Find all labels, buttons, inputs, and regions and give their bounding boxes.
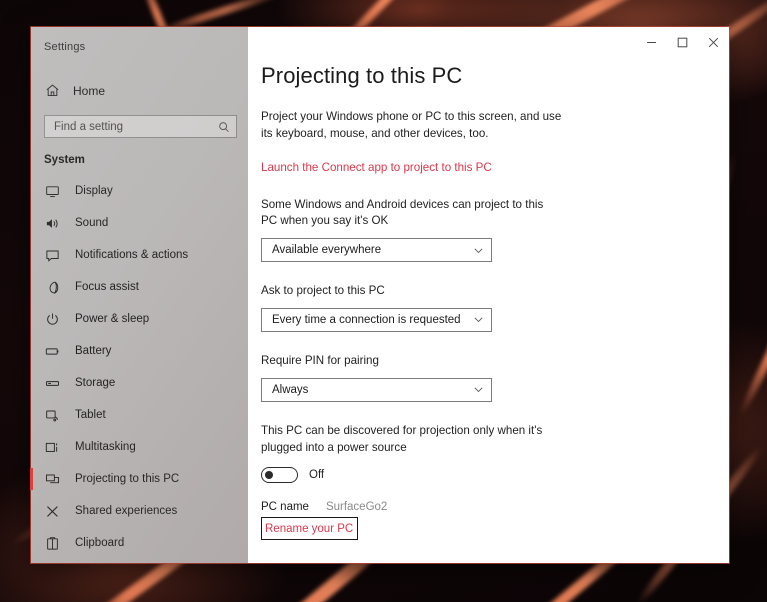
window-title: Settings [44, 41, 86, 53]
sidebar-item-label: Projecting to this PC [75, 473, 180, 485]
sidebar-item-projecting-to-this-pc[interactable]: Projecting to this PC [30, 463, 248, 495]
power-source-toggle-state: Off [309, 469, 325, 482]
sidebar-item-clipboard[interactable]: Clipboard [31, 527, 248, 559]
home-icon [44, 83, 60, 99]
search-box[interactable] [44, 115, 237, 138]
monitor-icon [44, 183, 61, 200]
storage-icon [44, 375, 61, 392]
setting-3-label: Require PIN for pairing [261, 353, 379, 367]
sidebar-item-notifications[interactable]: Notifications & actions [31, 239, 248, 271]
sidebar-item-battery[interactable]: Battery [31, 335, 248, 367]
moon-icon [44, 279, 61, 296]
rename-pc-focus-box: Rename your PC [261, 517, 359, 541]
sidebar-item-label: Multitasking [75, 441, 136, 453]
intro-text: Project your Windows phone or PC to this… [261, 110, 562, 140]
chevron-down-icon [472, 314, 484, 326]
sidebar-item-label: Focus assist [75, 281, 139, 293]
sidebar-item-focus-assist[interactable]: Focus assist [31, 271, 248, 303]
maximize-button[interactable] [667, 27, 698, 57]
sidebar-item-multitasking[interactable]: Multitasking [31, 431, 248, 463]
sidebar-item-storage[interactable]: Storage [31, 367, 248, 399]
sidebar-item-home[interactable]: Home [31, 76, 248, 105]
caption-buttons [636, 27, 729, 57]
multitasking-icon [44, 439, 61, 456]
power-source-toggle[interactable] [261, 467, 298, 484]
sidebar-nav-list: Display Sound Notifications & actions Fo… [30, 175, 248, 559]
sidebar-item-label: Tablet [75, 409, 106, 421]
pc-name-label: PC name [261, 501, 309, 514]
rename-your-pc-link[interactable]: Rename your PC [265, 523, 353, 535]
sidebar-item-label: Notifications & actions [75, 249, 189, 261]
minimize-button[interactable] [636, 27, 667, 57]
notification-icon [44, 247, 61, 264]
wallpaper-streak [736, 251, 767, 418]
sidebar-item-sound[interactable]: Sound [31, 207, 248, 239]
availability-dropdown-value: Available everywhere [272, 244, 382, 257]
sidebar-item-label: Clipboard [75, 537, 125, 549]
power-source-toggle-row: Off [261, 467, 729, 484]
desktop-background: Settings Home System [0, 0, 767, 602]
search-input[interactable] [54, 120, 217, 133]
sidebar: Settings Home System [30, 27, 248, 563]
share-icon [44, 503, 61, 520]
power-source-label: This PC can be discovered for projection… [261, 423, 543, 454]
availability-dropdown[interactable]: Available everywhere [261, 238, 492, 263]
setting-1-label: Some Windows and Android devices can pro… [261, 197, 544, 228]
require-pin-dropdown[interactable]: Always [261, 377, 492, 402]
sidebar-section-title: System [44, 154, 85, 166]
search-icon[interactable] [217, 120, 230, 133]
battery-icon [44, 343, 61, 360]
sidebar-item-label: Battery [75, 345, 112, 357]
launch-connect-app-link[interactable]: Launch the Connect app to project to thi… [261, 161, 492, 174]
close-button[interactable] [698, 27, 729, 57]
settings-window: Settings Home System [30, 27, 729, 563]
sidebar-home-label: Home [73, 83, 106, 98]
require-pin-dropdown-value: Always [272, 383, 309, 396]
power-icon [44, 311, 61, 328]
sidebar-item-label: Display [75, 185, 113, 197]
sidebar-item-label: Power & sleep [75, 313, 150, 325]
sidebar-item-label: Sound [75, 217, 109, 229]
projecting-icon [44, 471, 61, 488]
sidebar-item-power-sleep[interactable]: Power & sleep [31, 303, 248, 335]
sidebar-item-display[interactable]: Display [31, 175, 248, 207]
content-pane: Projecting to this PC Project your Windo… [248, 27, 729, 563]
setting-2-label: Ask to project to this PC [261, 284, 385, 298]
toggle-knob [265, 471, 273, 480]
ask-to-project-dropdown-value: Every time a connection is requested [272, 313, 461, 326]
chevron-down-icon [472, 384, 484, 396]
clipboard-icon [44, 535, 61, 552]
pc-name-value: SurfaceGo2 [325, 501, 388, 514]
sidebar-item-shared-experiences[interactable]: Shared experiences [31, 495, 248, 527]
speaker-icon [44, 215, 61, 232]
chevron-down-icon [472, 244, 484, 256]
sidebar-item-label: Shared experiences [75, 505, 178, 517]
ask-to-project-dropdown[interactable]: Every time a connection is requested [261, 307, 492, 332]
sidebar-item-label: Storage [75, 377, 116, 389]
page-title: Projecting to this PC [261, 63, 463, 88]
pc-name-row: PC name SurfaceGo2 [261, 501, 729, 513]
tablet-icon [44, 407, 61, 424]
sidebar-item-tablet[interactable]: Tablet [31, 399, 248, 431]
